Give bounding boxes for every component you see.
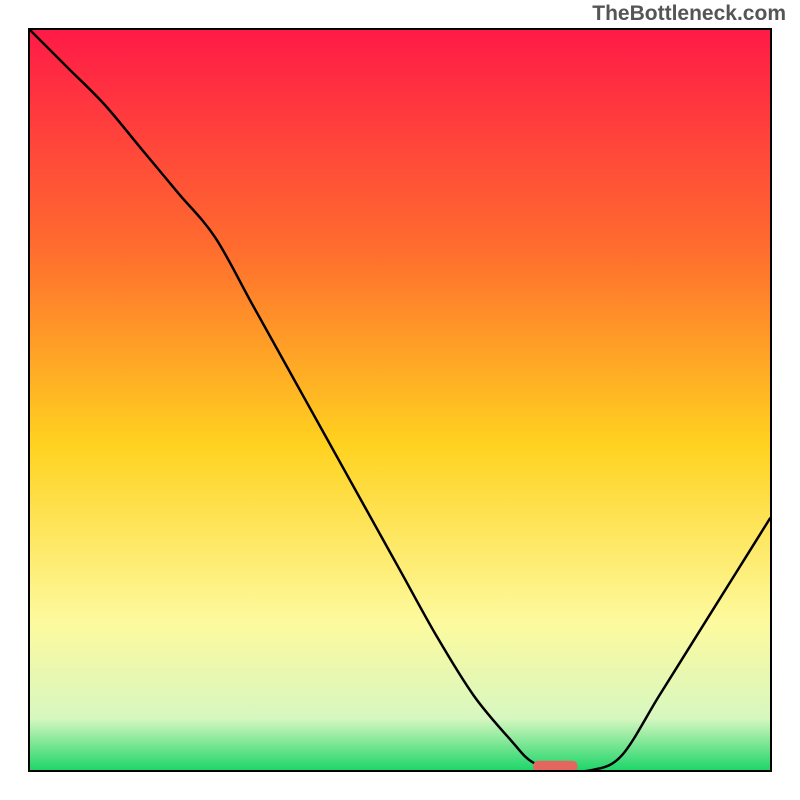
- plot-frame: [28, 28, 772, 772]
- chart-container: TheBottleneck.com: [0, 0, 800, 800]
- optimal-marker: [533, 761, 577, 770]
- gradient-background: [30, 30, 770, 770]
- watermark-text: TheBottleneck.com: [592, 2, 786, 26]
- chart-svg: [30, 30, 770, 770]
- plot-area: [30, 30, 770, 770]
